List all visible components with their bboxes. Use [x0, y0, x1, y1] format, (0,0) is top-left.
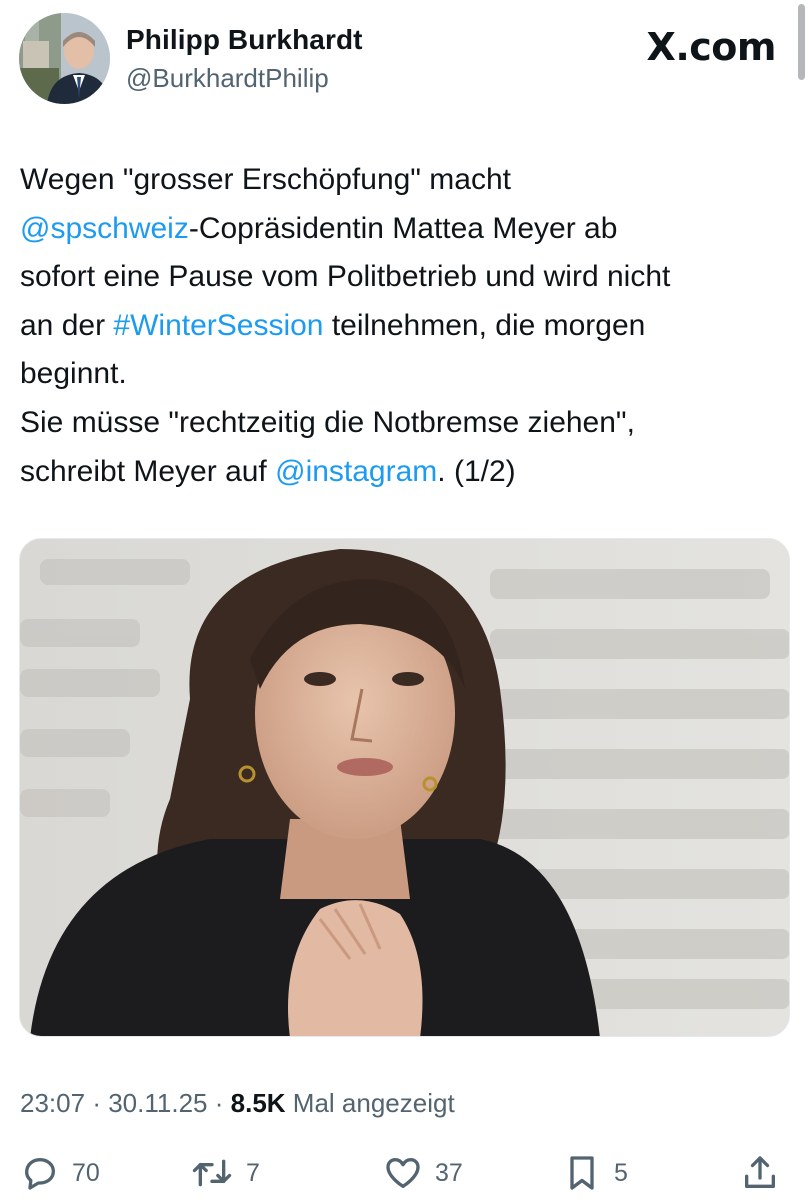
- tweet-image[interactable]: [19, 538, 790, 1037]
- tweet-screenshot: Philipp Burkhardt @BurkhardtPhilip X.com…: [0, 0, 809, 1200]
- tweet-link[interactable]: @spschweiz: [20, 212, 189, 245]
- tweet-text: Wegen "grosser Erschöpfung" macht @spsch…: [20, 156, 790, 496]
- repost-icon: [190, 1153, 234, 1193]
- bookmark-count: 5: [614, 1158, 628, 1187]
- tweet-meta: 23:07 · 30.11.25 · 8.5K Mal angezeigt: [20, 1088, 455, 1119]
- display-name[interactable]: Philipp Burkhardt: [126, 24, 363, 56]
- action-bar: 70 7 37 5: [0, 1150, 809, 1198]
- meta-separator: ·: [92, 1088, 101, 1118]
- tweet-date[interactable]: 30.11.25: [108, 1088, 207, 1118]
- like-count: 37: [435, 1158, 463, 1187]
- reply-count: 70: [72, 1158, 100, 1187]
- share-button[interactable]: [740, 1150, 780, 1196]
- scrollbar[interactable]: [798, 4, 805, 80]
- bookmark-icon: [562, 1153, 602, 1193]
- tweet-text-segment: . (1/2): [437, 454, 516, 488]
- share-icon: [740, 1153, 780, 1193]
- avatar[interactable]: [19, 13, 110, 104]
- bookmark-button[interactable]: 5: [562, 1150, 628, 1196]
- view-label: Mal angezeigt: [292, 1088, 455, 1118]
- tweet-time[interactable]: 23:07: [20, 1088, 85, 1118]
- tweet-text-segment: Wegen "grosser Erschöpfung" macht: [20, 163, 511, 196]
- user-handle[interactable]: @BurkhardtPhilip: [126, 63, 329, 94]
- like-button[interactable]: 37: [383, 1150, 463, 1196]
- view-count: 8.5K: [230, 1088, 286, 1118]
- repost-count: 7: [246, 1158, 260, 1187]
- reply-button[interactable]: 70: [20, 1150, 100, 1196]
- heart-icon: [383, 1153, 423, 1193]
- tweet-link[interactable]: #WinterSession: [113, 309, 323, 342]
- tweet-link[interactable]: @instagram: [275, 455, 437, 488]
- meta-separator: ·: [214, 1088, 224, 1118]
- reply-icon: [20, 1153, 60, 1193]
- repost-button[interactable]: 7: [190, 1150, 260, 1196]
- x-logo: X.com: [646, 25, 777, 69]
